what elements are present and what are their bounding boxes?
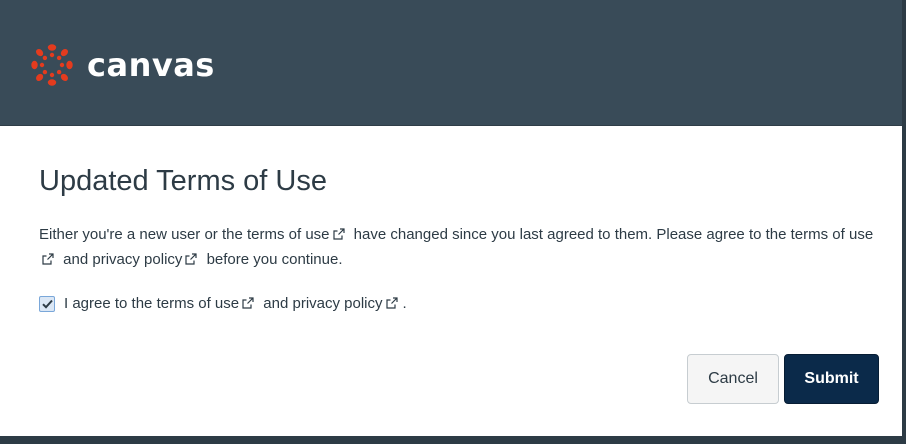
agreement-label[interactable]: I agree to the terms of use and privacy … (64, 291, 407, 316)
agreement-row: I agree to the terms of use and privacy … (39, 291, 407, 316)
agreement-middle: and (259, 295, 293, 312)
terms-page: canvas Updated Terms of Use Either you'r… (0, 0, 906, 444)
external-link-icon (242, 297, 254, 309)
agreement-suffix: . (402, 295, 407, 312)
message-text-2: have changed since you last agreed to th… (349, 226, 791, 243)
privacy-policy-link[interactable]: privacy policy (92, 251, 202, 268)
external-link-icon (332, 228, 345, 240)
privacy-policy-link-label: privacy policy (92, 251, 183, 268)
terms-of-use-link-2-label: terms of use (790, 226, 874, 243)
submit-button[interactable]: Submit (784, 354, 879, 404)
terms-message: Either you're a new user or the terms of… (39, 222, 879, 272)
agree-checkbox[interactable] (39, 295, 55, 312)
agreement-terms-link-label: terms of use (156, 295, 240, 312)
cancel-button[interactable]: Cancel (687, 354, 779, 404)
terms-of-use-link-label: terms of use (246, 226, 330, 243)
canvas-logo-icon (31, 44, 73, 86)
external-link-icon (42, 253, 54, 265)
message-text-4: before you continue. (202, 251, 343, 268)
message-text-3: and (59, 251, 93, 268)
brand-name: canvas (87, 46, 215, 84)
canvas-logo[interactable]: canvas (31, 44, 215, 86)
agreement-privacy-link[interactable]: privacy policy (292, 295, 402, 312)
terms-dialog: Updated Terms of Use Either you're a new… (0, 126, 902, 436)
external-link-icon (385, 297, 398, 309)
top-header: canvas (0, 0, 902, 126)
message-text-1: Either you're a new user or the (39, 226, 247, 243)
terms-of-use-link[interactable]: terms of use (247, 226, 350, 243)
page-title: Updated Terms of Use (39, 165, 327, 197)
agreement-prefix: I agree to the (64, 295, 157, 312)
agreement-privacy-link-label: privacy policy (292, 295, 383, 312)
checkmark-icon (41, 299, 53, 309)
external-link-icon (185, 253, 198, 265)
agreement-terms-link[interactable]: terms of use (157, 295, 260, 312)
